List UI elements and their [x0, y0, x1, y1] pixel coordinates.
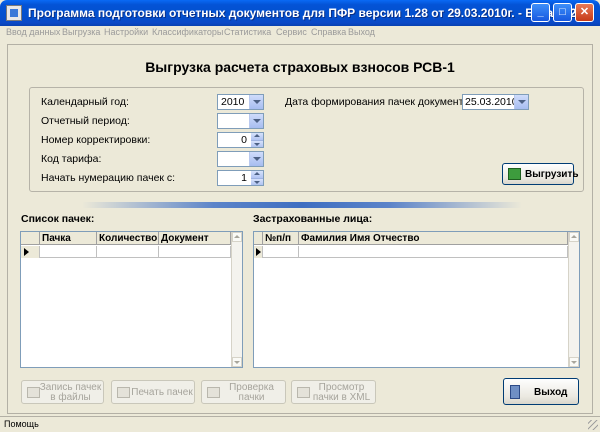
exit-button-label: Выход — [534, 387, 568, 398]
date-value: 25.03.2010 — [465, 96, 518, 108]
year-value: 2010 — [221, 96, 245, 108]
export-icon — [508, 168, 521, 180]
menu-help[interactable]: Справка — [311, 27, 346, 37]
menu-statistics[interactable]: Статистика — [224, 27, 271, 37]
column-header-full-name[interactable]: Фамилия Имя Отчество — [299, 232, 568, 245]
cell-number[interactable] — [263, 246, 299, 258]
menu-data-entry[interactable]: Ввод данных — [6, 27, 60, 37]
current-row-icon — [24, 248, 29, 256]
menu-export[interactable]: Выгрузка — [62, 27, 100, 37]
cell-count[interactable] — [97, 246, 159, 258]
packs-section-title: Список пачек: — [21, 213, 95, 225]
numbering-label: Начать нумерацию пачек с: — [41, 172, 176, 184]
numbering-value: 1 — [241, 172, 247, 184]
menu-exit[interactable]: Выход — [348, 27, 375, 37]
export-button[interactable]: Выгрузить — [502, 163, 579, 185]
insured-grid-header: №п/п Фамилия Имя Отчество — [254, 232, 568, 245]
chevron-down-icon[interactable] — [249, 114, 263, 128]
date-label: Дата формирования пачек документов: — [285, 96, 478, 108]
insured-section-title: Застрахованные лица: — [253, 213, 373, 225]
menu-classifiers[interactable]: Классификаторы — [152, 27, 223, 37]
period-label: Отчетный период: — [41, 115, 130, 127]
packs-grid[interactable]: Пачка Количество Документ — [20, 231, 243, 368]
row-indicator-header — [21, 232, 40, 245]
correction-value: 0 — [241, 134, 247, 146]
close-button[interactable]: ✕ — [575, 3, 594, 22]
row-indicator — [254, 246, 263, 258]
print-packs-button[interactable]: Печать пачек — [111, 380, 195, 404]
view-xml-label-line2: пачки в XML — [312, 392, 371, 403]
spin-up-icon[interactable] — [251, 133, 263, 140]
menu-service[interactable]: Сервис — [276, 27, 307, 37]
scroll-up-icon[interactable] — [569, 232, 579, 242]
cell-full-name[interactable] — [299, 246, 568, 258]
view-xml-button[interactable]: Просмотр пачки в XML — [291, 380, 376, 404]
menu-settings[interactable]: Настройки — [104, 27, 148, 37]
tariff-label: Код тарифа: — [41, 153, 102, 165]
current-row-icon — [256, 248, 261, 256]
maximize-button[interactable]: □ — [553, 3, 572, 22]
exit-button[interactable]: Выход — [503, 378, 579, 405]
year-label: Календарный год: — [41, 96, 129, 108]
packs-grid-header: Пачка Количество Документ — [21, 232, 231, 245]
column-header-count[interactable]: Количество — [97, 232, 159, 245]
insured-scrollbar[interactable] — [568, 232, 579, 367]
section-divider — [82, 202, 522, 208]
chevron-down-icon[interactable] — [514, 95, 528, 109]
cell-document[interactable] — [159, 246, 231, 258]
minimize-button[interactable]: _ — [531, 3, 550, 22]
write-files-label-line2: в файлы — [50, 392, 91, 403]
row-indicator — [21, 246, 40, 258]
menubar: Ввод данных Выгрузка Настройки Классифик… — [0, 26, 600, 40]
form-title: Выгрузка расчета страховых взносов РСВ-1 — [145, 59, 455, 75]
window-title: Программа подготовки отчетных документов… — [28, 6, 577, 20]
year-combo[interactable]: 2010 — [217, 94, 264, 110]
app-icon — [6, 5, 22, 21]
check-pack-button[interactable]: Проверка пачки — [201, 380, 286, 404]
insured-grid[interactable]: №п/п Фамилия Имя Отчество — [253, 231, 580, 368]
column-header-number[interactable]: №п/п — [263, 232, 299, 245]
status-bar: Помощь — [0, 416, 600, 432]
numbering-spinner[interactable]: 1 — [217, 170, 264, 186]
write-packs-to-files-button[interactable]: Запись пачек в файлы — [21, 380, 104, 404]
spin-down-icon[interactable] — [251, 178, 263, 185]
column-header-document[interactable]: Документ — [159, 232, 231, 245]
print-label: Печать пачек — [131, 387, 193, 398]
table-row[interactable] — [254, 246, 568, 258]
packs-scrollbar[interactable] — [231, 232, 242, 367]
correction-spinner[interactable]: 0 — [217, 132, 264, 148]
row-indicator-header — [254, 232, 263, 245]
correction-label: Номер корректировки: — [41, 134, 151, 146]
scroll-up-icon[interactable] — [232, 232, 242, 242]
cell-pack[interactable] — [40, 246, 97, 258]
spin-up-icon[interactable] — [251, 171, 263, 178]
status-text: Помощь — [4, 419, 39, 429]
chevron-down-icon[interactable] — [249, 152, 263, 166]
window-titlebar[interactable]: Программа подготовки отчетных документов… — [0, 0, 600, 26]
period-combo[interactable] — [217, 113, 264, 129]
check-label-line2: пачки — [238, 392, 265, 403]
tariff-combo[interactable] — [217, 151, 264, 167]
date-picker[interactable]: 25.03.2010 — [462, 94, 529, 110]
resize-grip-icon[interactable] — [588, 420, 598, 430]
chevron-down-icon[interactable] — [249, 95, 263, 109]
door-exit-icon — [510, 385, 520, 399]
spin-down-icon[interactable] — [251, 140, 263, 147]
table-row[interactable] — [21, 246, 231, 258]
export-button-label: Выгрузить — [525, 169, 579, 180]
scroll-down-icon[interactable] — [232, 357, 242, 367]
column-header-pack[interactable]: Пачка — [40, 232, 97, 245]
scroll-down-icon[interactable] — [569, 357, 579, 367]
